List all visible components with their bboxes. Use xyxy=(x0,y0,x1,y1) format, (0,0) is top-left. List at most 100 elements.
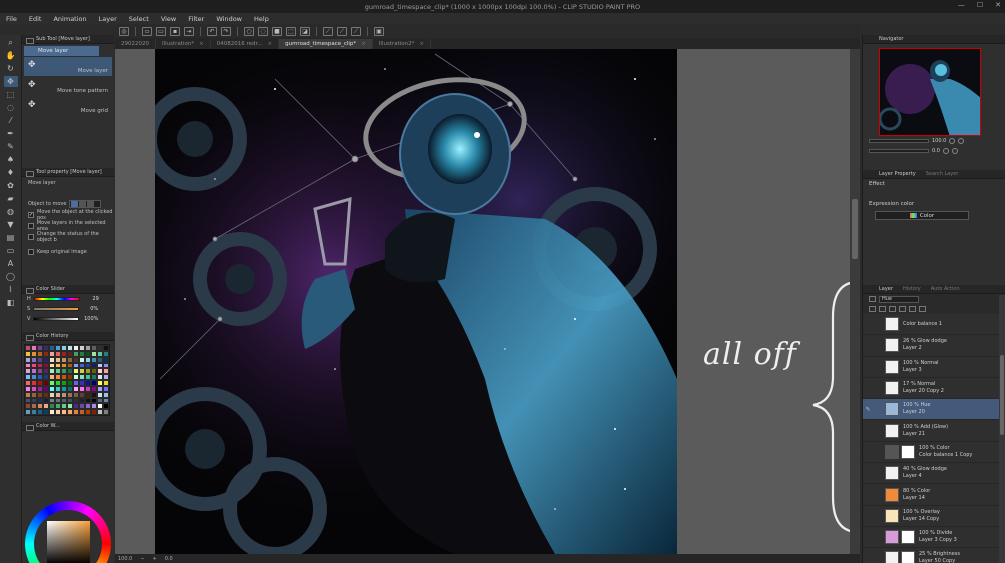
layer-row[interactable]: 80 % Color Layer 14 xyxy=(863,484,1005,506)
color-history-grid[interactable] xyxy=(24,344,110,416)
checkbox-checked[interactable]: ✓ xyxy=(28,211,34,218)
rotate-left-icon[interactable] xyxy=(942,148,949,154)
zoom-in-icon[interactable]: + xyxy=(153,556,157,562)
eraser-icon[interactable]: ▰ xyxy=(4,193,18,204)
reference-icon[interactable] xyxy=(879,306,886,312)
layer-row[interactable]: 100 % Divide Layer 3 Copy 3 xyxy=(863,527,1005,549)
fill-icon[interactable]: ■ xyxy=(272,26,282,36)
color-picker-square[interactable] xyxy=(47,521,90,563)
subtool-move-grid[interactable]: ✥ Move grid xyxy=(24,97,112,116)
saturation-slider[interactable]: S 0% xyxy=(22,304,114,314)
menu-file[interactable]: File xyxy=(6,15,17,23)
checkbox[interactable] xyxy=(28,222,34,229)
zoom-out-icon[interactable] xyxy=(958,138,965,144)
tab-history[interactable]: History xyxy=(903,285,921,293)
magnifier-icon[interactable]: ⌕ xyxy=(4,37,18,48)
menu-animation[interactable]: Animation xyxy=(53,15,86,23)
value-track[interactable] xyxy=(33,317,80,321)
layer-property-title[interactable]: Layer Property xyxy=(879,170,916,178)
angle-readout[interactable]: 0.0 xyxy=(165,556,173,562)
menu-select[interactable]: Select xyxy=(129,15,149,23)
new-file-icon[interactable]: ▫ xyxy=(142,26,152,36)
hue-slider[interactable]: H 29 xyxy=(22,294,114,304)
selection-icon[interactable]: ⬚ xyxy=(4,89,18,100)
transform-icon[interactable]: ⬚ xyxy=(286,26,296,36)
option-row[interactable]: ✓ Move the object at the clicked pos xyxy=(22,209,114,221)
lasso-icon[interactable]: ◌ xyxy=(4,102,18,113)
subtool-move-tone-pattern[interactable]: ✥ Move tone pattern xyxy=(24,77,112,96)
navigator-rotate-slider[interactable] xyxy=(869,149,929,153)
layer-mask-thumbnail[interactable] xyxy=(901,444,915,459)
mask-icon[interactable] xyxy=(909,306,916,312)
airbrush-icon[interactable]: ♦ xyxy=(4,167,18,178)
snap-special-ruler-icon[interactable]: ⟋ xyxy=(337,26,347,36)
layer-row[interactable]: 100 % Overlay Layer 14 Copy xyxy=(863,506,1005,527)
layer-settings-icon[interactable] xyxy=(869,296,876,302)
layer-mask-thumbnail[interactable] xyxy=(901,551,915,563)
color-swatch-icon[interactable]: ◧ xyxy=(4,297,18,308)
expression-color-select[interactable]: Color xyxy=(875,211,969,220)
value-slider[interactable]: V 100% xyxy=(22,314,114,324)
redo-icon[interactable]: ↷ xyxy=(221,26,231,36)
close-button[interactable]: ✕ xyxy=(995,1,1001,9)
menu-help[interactable]: Help xyxy=(254,15,269,23)
option-row[interactable]: Keep original image xyxy=(22,246,114,257)
canvas-area[interactable]: all off xyxy=(115,49,860,554)
layer-row[interactable]: Color balance 1 xyxy=(863,314,1005,336)
balloon-icon[interactable]: ◯ xyxy=(4,271,18,282)
settings-icon[interactable]: ▣ xyxy=(374,26,384,36)
subtool-move-layer[interactable]: ✥ Move layer xyxy=(24,57,112,76)
pen-icon[interactable]: ✒ xyxy=(4,128,18,139)
menu-layer[interactable]: Layer xyxy=(99,15,117,23)
blend-icon[interactable]: ◍ xyxy=(4,206,18,217)
hue-track[interactable] xyxy=(33,297,80,301)
layer-row[interactable]: 100 % Color Color balance 1 Copy xyxy=(863,442,1005,464)
brush-icon[interactable]: ♠ xyxy=(4,154,18,165)
clear-outside-icon[interactable]: ◌ xyxy=(258,26,268,36)
layer-row[interactable]: 17 % Normal Layer 20 Copy 2 xyxy=(863,378,1005,400)
object-to-move-selector[interactable] xyxy=(69,199,102,208)
blend-mode-select[interactable]: Hue xyxy=(879,295,919,303)
lock-icon[interactable] xyxy=(889,306,896,312)
deselect-icon[interactable]: ◪ xyxy=(300,26,310,36)
layer-mask-thumbnail[interactable] xyxy=(901,530,915,545)
color-history-swatch[interactable] xyxy=(103,409,109,415)
checkbox[interactable] xyxy=(28,233,34,240)
menu-edit[interactable]: Edit xyxy=(29,15,42,23)
open-icon[interactable]: ▭ xyxy=(156,26,166,36)
maximize-button[interactable]: ☐ xyxy=(977,1,983,9)
layer-row[interactable]: ✎ 100 % Hue Layer 20 xyxy=(863,399,1005,421)
correct-line-icon[interactable]: ⌇ xyxy=(4,284,18,295)
export-icon[interactable]: ⇥ xyxy=(184,26,194,36)
menu-filter[interactable]: Filter xyxy=(188,15,204,23)
option-row[interactable]: Change the status of the object b xyxy=(22,231,114,243)
tab-doc-1[interactable]: 29022020 xyxy=(115,39,156,49)
color-wheel[interactable] xyxy=(25,501,111,563)
tab-doc-3[interactable]: 04082016 redr... × xyxy=(211,39,280,49)
eyedropper-icon[interactable]: ⁄ xyxy=(4,115,18,126)
tab-doc-5[interactable]: Illustration2* × xyxy=(373,39,432,49)
clear-icon[interactable]: ○ xyxy=(244,26,254,36)
move-icon[interactable]: ✥ xyxy=(3,76,18,87)
tab-doc-2[interactable]: Illustration* × xyxy=(156,39,211,49)
zoom-in-icon[interactable] xyxy=(949,138,956,144)
layer-row[interactable]: 26 % Glow dodge Layer 2 xyxy=(863,335,1005,357)
close-icon[interactable]: × xyxy=(199,39,204,49)
snap-ruler-icon[interactable]: ⟋ xyxy=(323,26,333,36)
hand-icon[interactable]: ✋ xyxy=(4,50,18,61)
close-icon[interactable]: × xyxy=(419,39,424,49)
pen-icon[interactable]: ✎ xyxy=(863,406,873,413)
layer-row[interactable]: 100 % Add (Glow) Layer 21 xyxy=(863,420,1005,442)
pencil-icon[interactable]: ✎ xyxy=(4,141,18,152)
minimize-button[interactable]: — xyxy=(958,1,965,9)
menu-window[interactable]: Window xyxy=(216,15,242,23)
ruler-icon[interactable] xyxy=(919,306,926,312)
figure-icon[interactable]: ▭ xyxy=(4,245,18,256)
undo-icon[interactable]: ↶ xyxy=(207,26,217,36)
menu-view[interactable]: View xyxy=(161,15,176,23)
layer-row[interactable]: 100 % Normal Layer 3 xyxy=(863,357,1005,378)
zoom-readout[interactable]: 100.0 xyxy=(118,556,132,562)
rotate-right-icon[interactable] xyxy=(951,148,958,154)
tab-layer[interactable]: Layer xyxy=(879,285,893,293)
subtool-group-tab[interactable]: Move layer xyxy=(24,46,99,56)
